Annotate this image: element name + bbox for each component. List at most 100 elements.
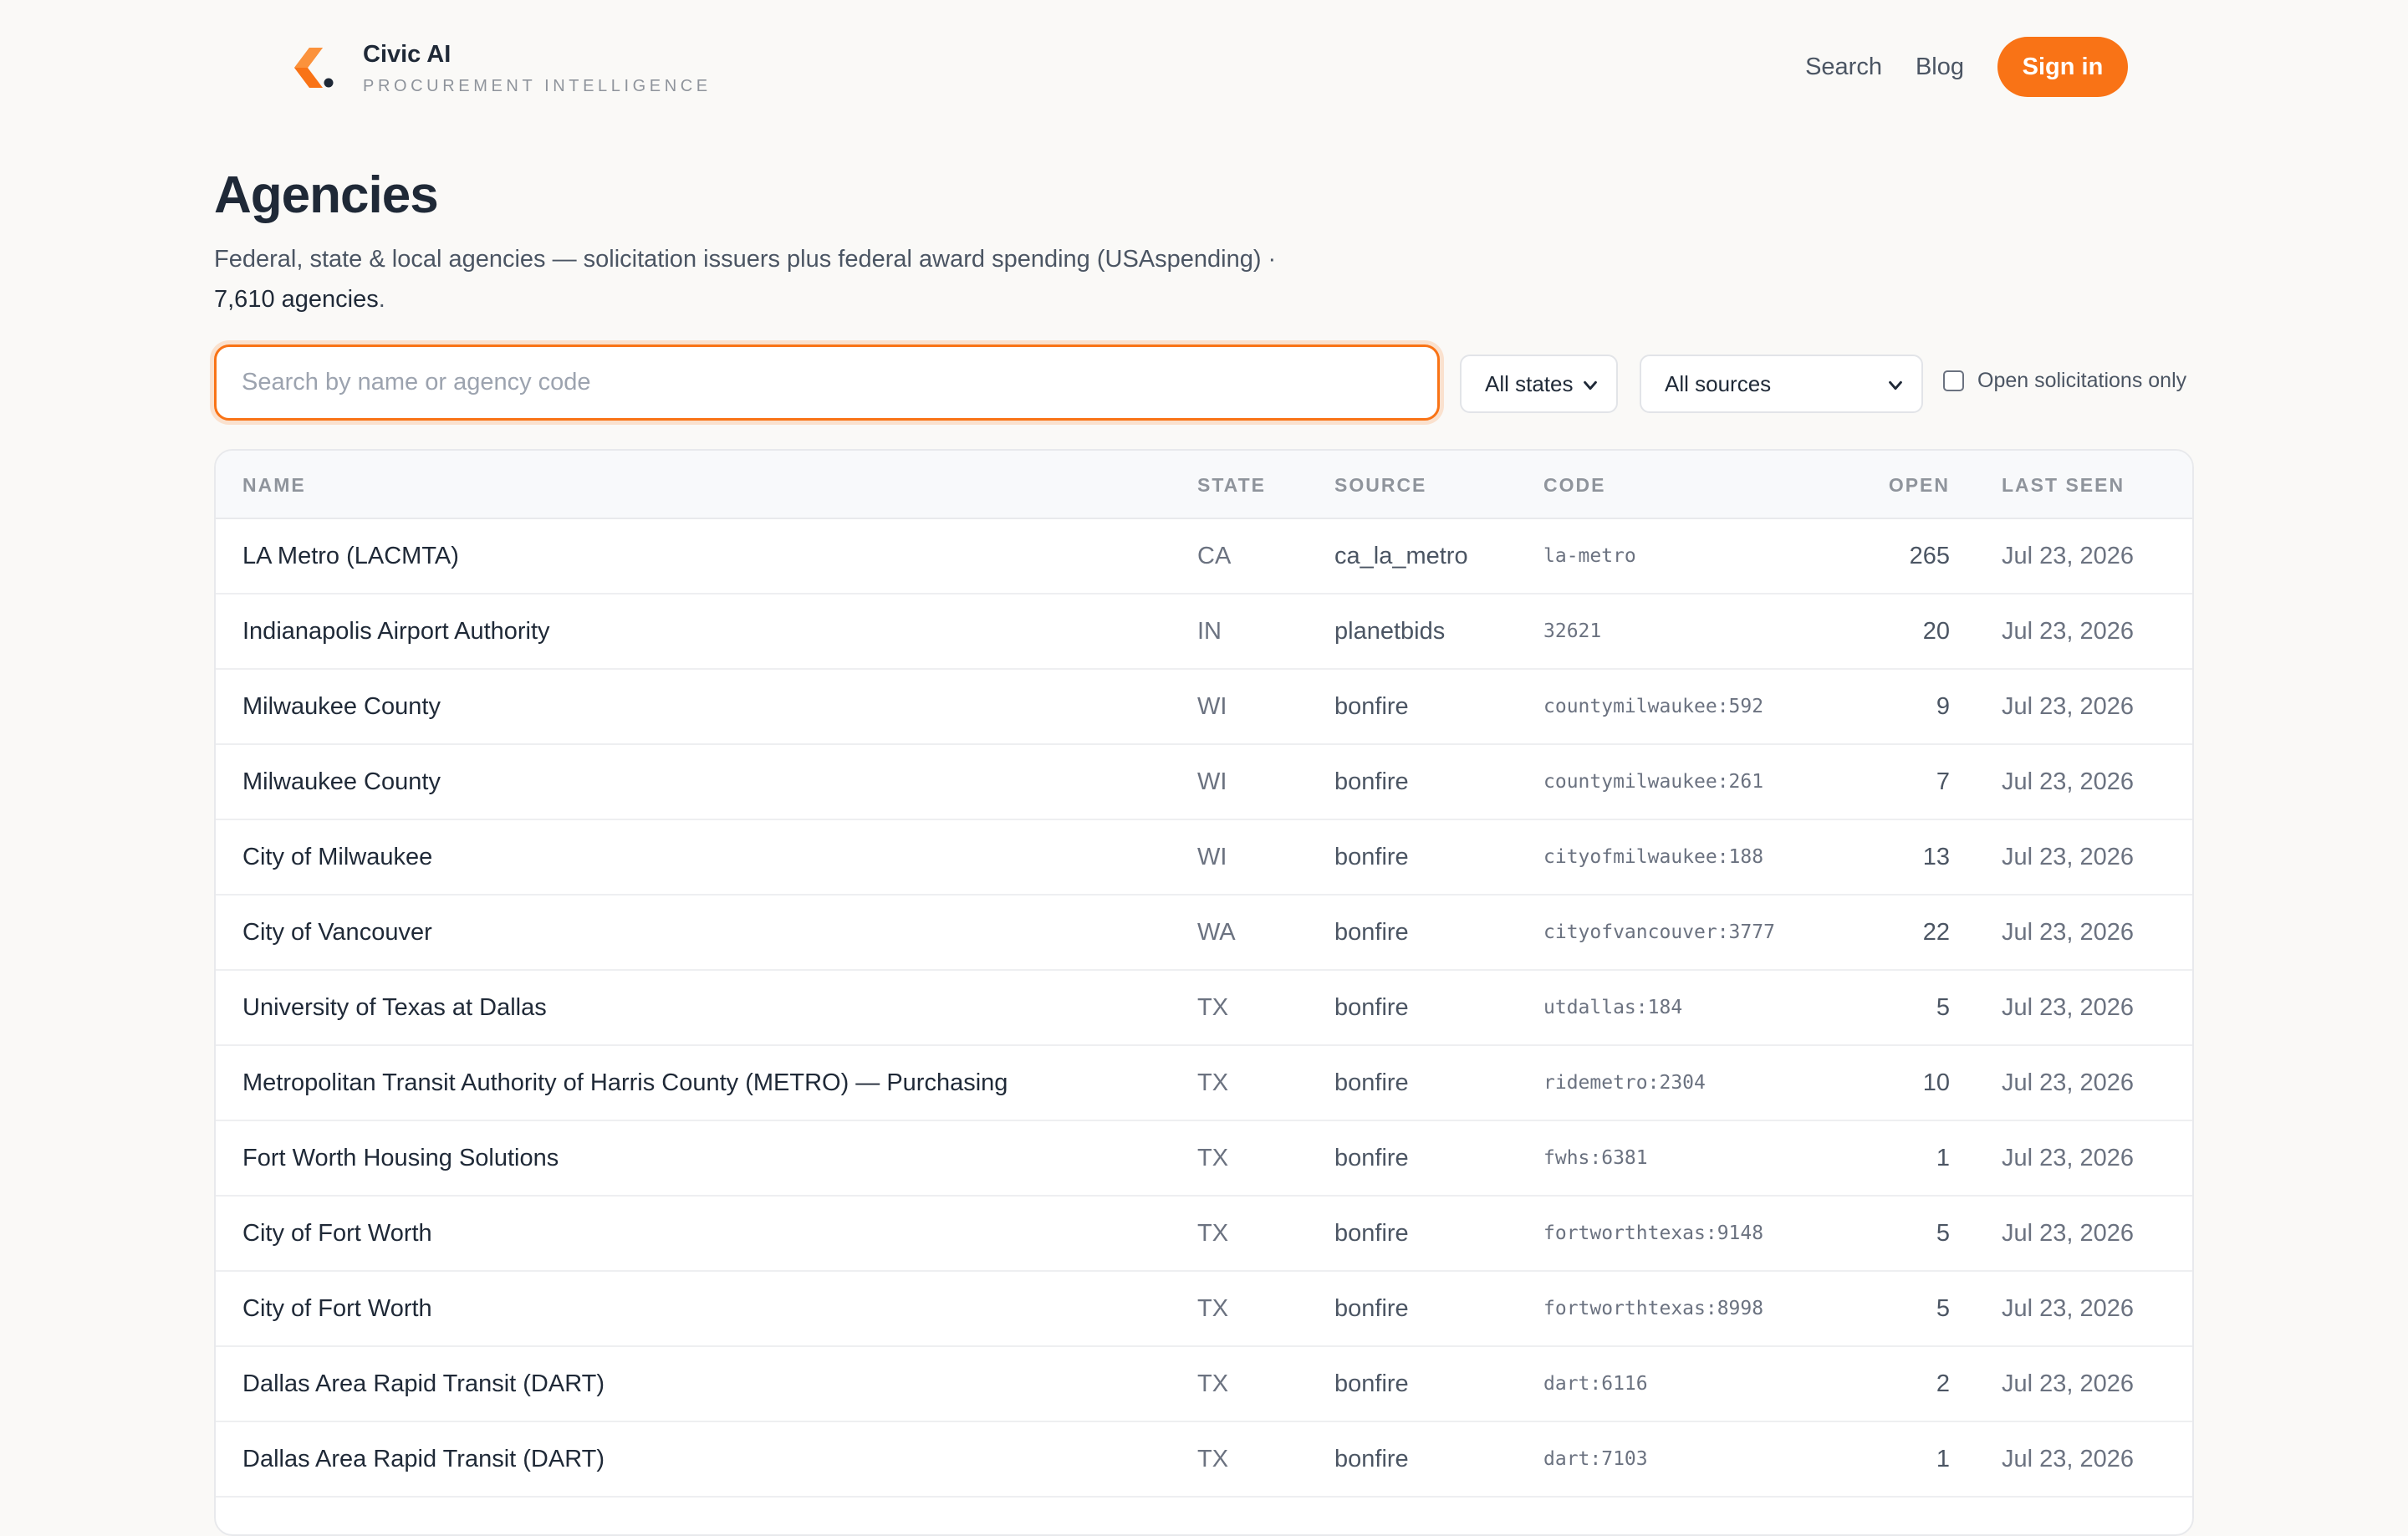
- table-row[interactable]: City of Milwaukee WI bonfire cityofmilwauke…: [216, 820, 2192, 896]
- column-header-source[interactable]: SOURCE: [1334, 474, 1426, 497]
- open-count-cell: 2: [1936, 1370, 1950, 1397]
- state-cell: TX: [1197, 994, 1229, 1021]
- header-nav: Search Blog Sign in: [1805, 37, 2128, 97]
- agency-name-cell[interactable]: Fort Worth Housing Solutions: [242, 1121, 559, 1195]
- source-cell: bonfire: [1334, 994, 1409, 1021]
- civic-ai-logo-icon: [294, 48, 334, 88]
- chevron-down-icon: [1584, 380, 1597, 390]
- agency-name-cell[interactable]: Dallas Area Rapid Transit (DART): [242, 1422, 605, 1496]
- state-cell: TX: [1197, 1295, 1229, 1322]
- table-row[interactable]: Dallas Area Rapid Transit (DART) TX bonfir…: [216, 1347, 2192, 1422]
- agency-name-cell[interactable]: University of Texas at Dallas: [242, 971, 547, 1044]
- source-cell: bonfire: [1334, 1370, 1409, 1397]
- agency-code-cell: fwhs:6381: [1543, 1147, 1648, 1169]
- open-count-cell: 5: [1936, 994, 1950, 1021]
- table-row[interactable]: Milwaukee County WI bonfire countymilwaukee…: [216, 745, 2192, 820]
- table-row[interactable]: Dallas Area Rapid Transit (DART) TX bonfir…: [216, 1422, 2192, 1498]
- table-body: LA Metro (LACMTA) CA ca_la_metro la-metro 26…: [216, 519, 2192, 1498]
- agency-name-cell[interactable]: City of Fort Worth: [242, 1197, 432, 1270]
- table-row[interactable]: Metropolitan Transit Authority of Harris…: [216, 1046, 2192, 1121]
- open-count-cell: 5: [1936, 1220, 1950, 1247]
- state-cell: TX: [1197, 1069, 1229, 1096]
- open-count-cell: 265: [1909, 543, 1950, 569]
- source-cell: bonfire: [1334, 1295, 1409, 1322]
- open-count-cell: 7: [1936, 768, 1950, 795]
- agency-code-cell: dart:6116: [1543, 1373, 1648, 1395]
- column-header-code[interactable]: CODE: [1543, 474, 1605, 497]
- agency-name-cell[interactable]: Indianapolis Airport Authority: [242, 594, 550, 668]
- state-cell: WA: [1197, 919, 1236, 946]
- column-header-state[interactable]: STATE: [1197, 474, 1266, 497]
- last-seen-cell: Jul 23, 2026: [2002, 768, 2135, 795]
- page-subtitle: Federal, state & local agencies — solici…: [214, 239, 1385, 319]
- state-cell: CA: [1197, 543, 1232, 569]
- source-filter-select[interactable]: All sources: [1640, 355, 1923, 413]
- source-cell: bonfire: [1334, 693, 1409, 720]
- open-solicitations-label: Open solicitations only: [1977, 369, 2187, 392]
- source-cell: bonfire: [1334, 1220, 1409, 1247]
- column-header-name[interactable]: NAME: [242, 474, 306, 497]
- top-navigation-bar: Civic AI PROCUREMENT INTELLIGENCE Search…: [0, 0, 2408, 134]
- table-row[interactable]: City of Fort Worth TX bonfire fortworthtexa…: [216, 1272, 2192, 1347]
- sign-in-button[interactable]: Sign in: [1997, 37, 2128, 97]
- source-cell: bonfire: [1334, 1446, 1409, 1472]
- brand[interactable]: Civic AI PROCUREMENT INTELLIGENCE: [291, 32, 712, 104]
- brand-tagline: PROCUREMENT INTELLIGENCE: [363, 77, 712, 95]
- subtitle-description: Federal, state & local agencies — solici…: [214, 246, 1277, 273]
- state-cell: WI: [1197, 693, 1227, 720]
- open-count-cell: 1: [1936, 1145, 1950, 1171]
- column-header-last-seen[interactable]: LAST SEEN: [2002, 474, 2125, 497]
- state-cell: WI: [1197, 844, 1227, 870]
- agency-name-cell[interactable]: City of Fort Worth: [242, 1272, 432, 1345]
- open-solicitations-checkbox[interactable]: [1943, 370, 1964, 391]
- agency-name-cell[interactable]: Dallas Area Rapid Transit (DART): [242, 1347, 605, 1421]
- agency-name-cell[interactable]: City of Milwaukee: [242, 820, 432, 894]
- table-row[interactable]: City of Vancouver WA bonfire cityofvancouve…: [216, 896, 2192, 971]
- source-cell: ca_la_metro: [1334, 543, 1468, 569]
- agency-code-cell: countymilwaukee:592: [1543, 696, 1764, 717]
- last-seen-cell: Jul 23, 2026: [2002, 1069, 2135, 1096]
- table-header: NAME STATE SOURCE CODE OPEN LAST SEEN: [216, 451, 2192, 519]
- open-count-cell: 9: [1936, 693, 1950, 720]
- open-count-cell: 10: [1922, 1069, 1950, 1096]
- last-seen-cell: Jul 23, 2026: [2002, 844, 2135, 870]
- chevron-down-icon: [1889, 380, 1902, 390]
- last-seen-cell: Jul 23, 2026: [2002, 1145, 2135, 1171]
- agency-name-cell[interactable]: Milwaukee County: [242, 670, 441, 743]
- agency-name-cell[interactable]: Milwaukee County: [242, 745, 441, 819]
- brand-name: Civic AI: [363, 41, 452, 68]
- last-seen-cell: Jul 23, 2026: [2002, 543, 2135, 569]
- table-row[interactable]: LA Metro (LACMTA) CA ca_la_metro la-metro 26…: [216, 519, 2192, 594]
- state-cell: TX: [1197, 1446, 1229, 1472]
- column-header-open[interactable]: OPEN: [1889, 474, 1950, 497]
- open-count-cell: 13: [1922, 844, 1950, 870]
- table-row[interactable]: Milwaukee County WI bonfire countymilwaukee…: [216, 670, 2192, 745]
- table-row[interactable]: Indianapolis Airport Authority IN planetbi…: [216, 594, 2192, 670]
- agency-code-cell: countymilwaukee:261: [1543, 771, 1764, 793]
- last-seen-cell: Jul 23, 2026: [2002, 1446, 2135, 1472]
- table-row[interactable]: City of Fort Worth TX bonfire fortworthtexa…: [216, 1197, 2192, 1272]
- last-seen-cell: Jul 23, 2026: [2002, 618, 2135, 645]
- agency-name-cell[interactable]: City of Vancouver: [242, 896, 432, 969]
- last-seen-cell: Jul 23, 2026: [2002, 1295, 2135, 1322]
- source-cell: planetbids: [1334, 618, 1446, 645]
- page-title: Agencies: [214, 166, 439, 224]
- state-cell: IN: [1197, 618, 1222, 645]
- open-count-cell: 5: [1936, 1295, 1950, 1322]
- open-solicitations-toggle[interactable]: Open solicitations only: [1943, 369, 2186, 393]
- nav-blog-link[interactable]: Blog: [1916, 54, 1964, 81]
- last-seen-cell: Jul 23, 2026: [2002, 919, 2135, 946]
- agency-code-cell: la-metro: [1543, 545, 1636, 567]
- source-cell: bonfire: [1334, 844, 1409, 870]
- open-count-cell: 22: [1922, 919, 1950, 946]
- agency-search-input[interactable]: [214, 344, 1440, 421]
- agency-name-cell[interactable]: Metropolitan Transit Authority of Harris…: [242, 1046, 1008, 1120]
- agency-code-cell: fortworthtexas:8998: [1543, 1298, 1764, 1319]
- agency-name-cell[interactable]: LA Metro (LACMTA): [242, 519, 459, 593]
- state-filter-select[interactable]: All states: [1460, 355, 1618, 413]
- table-row[interactable]: Fort Worth Housing Solutions TX bonfire fwh…: [216, 1121, 2192, 1197]
- table-row[interactable]: University of Texas at Dallas TX bonfire ut…: [216, 971, 2192, 1046]
- last-seen-cell: Jul 23, 2026: [2002, 1220, 2135, 1247]
- nav-search-link[interactable]: Search: [1805, 54, 1882, 81]
- state-cell: TX: [1197, 1370, 1229, 1397]
